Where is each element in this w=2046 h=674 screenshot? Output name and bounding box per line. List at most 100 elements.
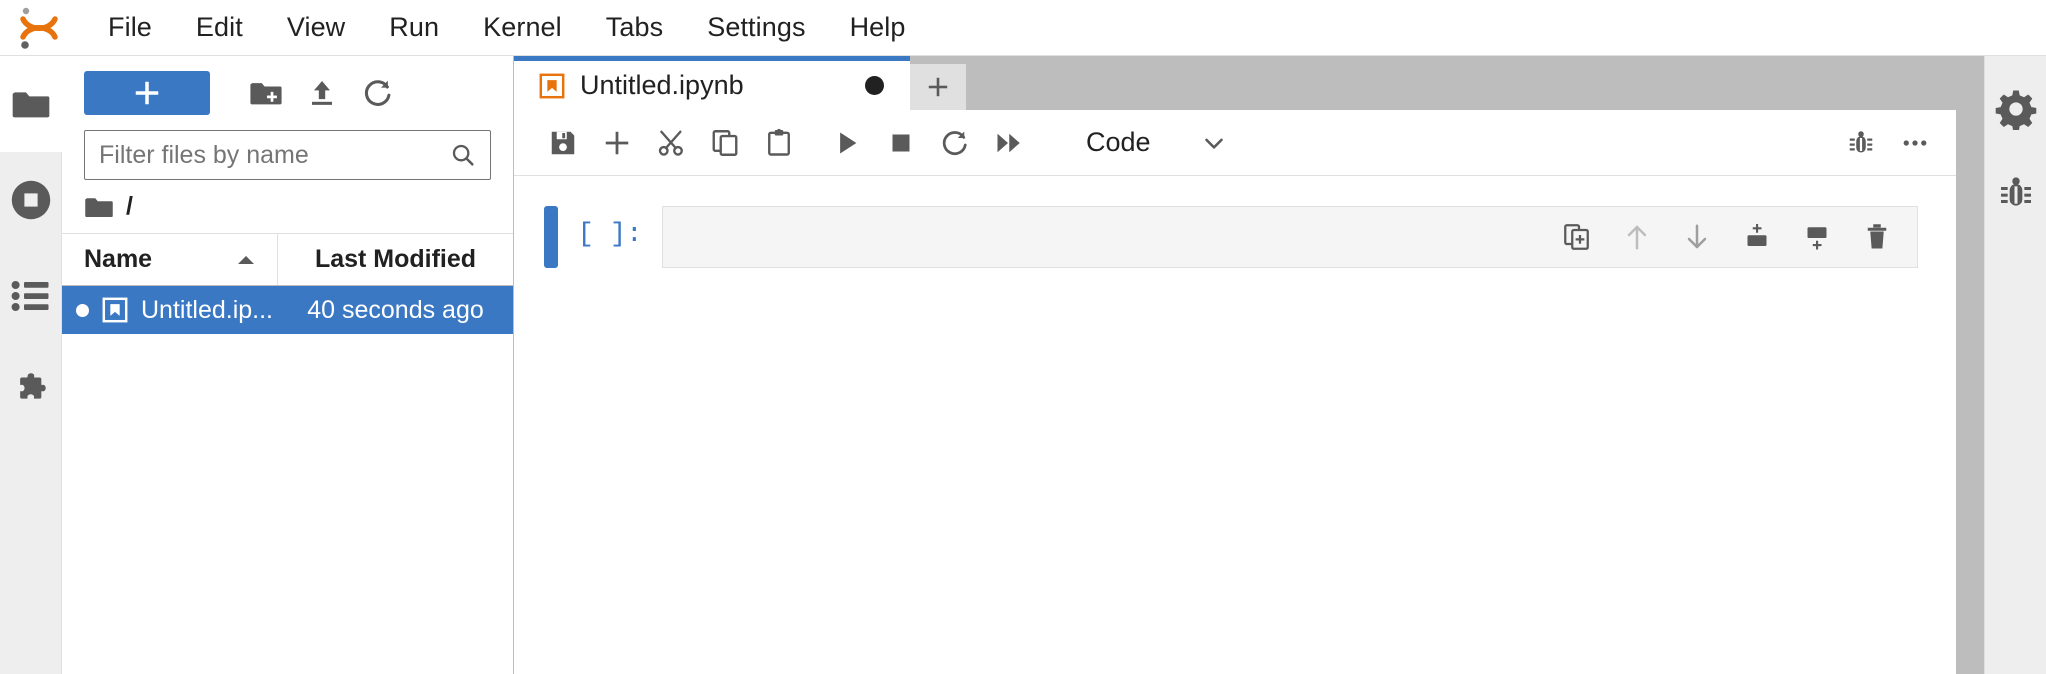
menu-item-file[interactable]: File (86, 8, 174, 47)
right-sidebar (1984, 56, 2046, 674)
delete-cell-button[interactable] (1851, 212, 1903, 262)
file-list-header: Name Last Modified (62, 234, 513, 286)
menu-item-settings[interactable]: Settings (685, 8, 827, 47)
column-header-last-modified[interactable]: Last Modified (278, 234, 513, 285)
plus-icon (925, 74, 951, 100)
insert-cell-below-button[interactable] (1791, 212, 1843, 262)
search-icon (450, 142, 476, 168)
sidebar-item-running[interactable] (0, 152, 61, 248)
main-area: / Name Last Modified (0, 56, 2046, 674)
notebook-panel: Code (514, 110, 1956, 674)
menu-item-view[interactable]: View (265, 8, 367, 47)
refresh-icon (362, 77, 394, 109)
arrow-up-icon (1622, 222, 1652, 252)
insert-cell-button[interactable] (590, 118, 644, 168)
folder-icon (84, 194, 114, 220)
stop-circle-icon (9, 178, 53, 222)
insert-cell-above-button[interactable] (1731, 212, 1783, 262)
breadcrumb-path[interactable]: / (126, 192, 133, 221)
tab-bar: Untitled.ipynb (514, 56, 1984, 110)
menu-item-run[interactable]: Run (367, 8, 461, 47)
move-cell-up-button[interactable] (1611, 212, 1663, 262)
sidebar-item-extensions[interactable] (0, 344, 61, 440)
file-list-item-modified: 40 seconds ago (278, 296, 513, 325)
dock-panel: Untitled.ipynb (514, 56, 1984, 674)
file-list: Untitled.ip... 40 seconds ago (62, 286, 513, 674)
new-folder-button[interactable] (238, 71, 294, 115)
menu-item-help[interactable]: Help (828, 8, 928, 47)
copy-icon (710, 128, 740, 158)
notebook-cells-area: [ ]: (514, 176, 1956, 674)
column-header-name-label: Name (84, 245, 152, 274)
restart-kernel-button[interactable] (928, 118, 982, 168)
sort-ascending-icon (233, 252, 259, 268)
sidebar-item-debugger[interactable] (1985, 162, 2046, 224)
upload-icon (306, 77, 338, 109)
notebook-cell[interactable]: [ ]: (514, 206, 1956, 268)
plus-icon (602, 128, 632, 158)
tab-unsaved-indicator[interactable] (865, 76, 884, 95)
plus-icon (132, 78, 162, 108)
chevron-down-icon (1199, 128, 1229, 158)
insert-below-icon (1802, 222, 1832, 252)
interrupt-kernel-button[interactable] (874, 118, 928, 168)
refresh-file-list-button[interactable] (350, 71, 406, 115)
file-filter-box[interactable] (84, 130, 491, 180)
cut-cells-button[interactable] (644, 118, 698, 168)
restart-run-all-button[interactable] (982, 118, 1036, 168)
play-icon (832, 128, 862, 158)
copy-cells-button[interactable] (698, 118, 752, 168)
jupyterlab-window: File Edit View Run Kernel Tabs Settings … (0, 0, 2046, 674)
file-browser-toolbar (62, 56, 513, 130)
file-filter-input[interactable] (99, 141, 450, 170)
file-list-item-name-cell: Untitled.ip... (62, 296, 278, 325)
tab-untitled-ipynb[interactable]: Untitled.ipynb (514, 56, 910, 110)
debugger-toggle-button[interactable] (1834, 118, 1888, 168)
ellipsis-icon (1900, 128, 1930, 158)
cell-input-area[interactable] (662, 206, 1918, 268)
column-header-name[interactable]: Name (62, 234, 278, 285)
scissors-icon (656, 128, 686, 158)
menu-item-list: File Edit View Run Kernel Tabs Settings … (86, 8, 928, 47)
duplicate-icon (1562, 222, 1592, 252)
file-list-item-label: Untitled.ip... (141, 296, 273, 325)
left-sidebar (0, 56, 62, 674)
sidebar-item-property-inspector[interactable] (1985, 78, 2046, 140)
notebook-overflow-menu-button[interactable] (1888, 118, 1942, 168)
breadcrumb[interactable]: / (62, 180, 513, 234)
move-cell-down-button[interactable] (1671, 212, 1723, 262)
bug-icon (1996, 173, 2036, 213)
save-button[interactable] (536, 118, 590, 168)
arrow-down-icon (1682, 222, 1712, 252)
cell-type-select[interactable]: Code (1076, 121, 1239, 164)
insert-above-icon (1742, 222, 1772, 252)
new-folder-icon (249, 78, 283, 108)
unsaved-indicator-dot (76, 304, 89, 317)
gear-icon (1995, 88, 2037, 130)
jupyter-logo[interactable] (8, 0, 70, 56)
sidebar-item-file-browser[interactable] (0, 56, 62, 152)
menu-item-tabs[interactable]: Tabs (584, 8, 685, 47)
run-cell-button[interactable] (820, 118, 874, 168)
menu-item-kernel[interactable]: Kernel (461, 8, 584, 47)
fast-forward-icon (994, 128, 1024, 158)
folder-icon (11, 87, 51, 121)
sidebar-item-commands[interactable] (0, 248, 61, 344)
restart-icon (940, 128, 970, 158)
new-tab-button[interactable] (910, 64, 966, 110)
notebook-toolbar: Code (514, 110, 1956, 176)
paste-cells-button[interactable] (752, 118, 806, 168)
puzzle-icon (10, 371, 52, 413)
cell-prompt: [ ]: (558, 206, 662, 268)
menu-item-edit[interactable]: Edit (174, 8, 265, 47)
new-launcher-button[interactable] (84, 71, 210, 115)
menu-bar: File Edit View Run Kernel Tabs Settings … (0, 0, 2046, 56)
active-cell-indicator (544, 206, 558, 268)
upload-files-button[interactable] (294, 71, 350, 115)
file-list-item[interactable]: Untitled.ip... 40 seconds ago (62, 286, 513, 334)
list-icon (10, 279, 52, 313)
file-browser-panel: / Name Last Modified (62, 56, 514, 674)
notebook-icon (101, 296, 129, 324)
stop-icon (886, 128, 916, 158)
duplicate-cell-button[interactable] (1551, 212, 1603, 262)
